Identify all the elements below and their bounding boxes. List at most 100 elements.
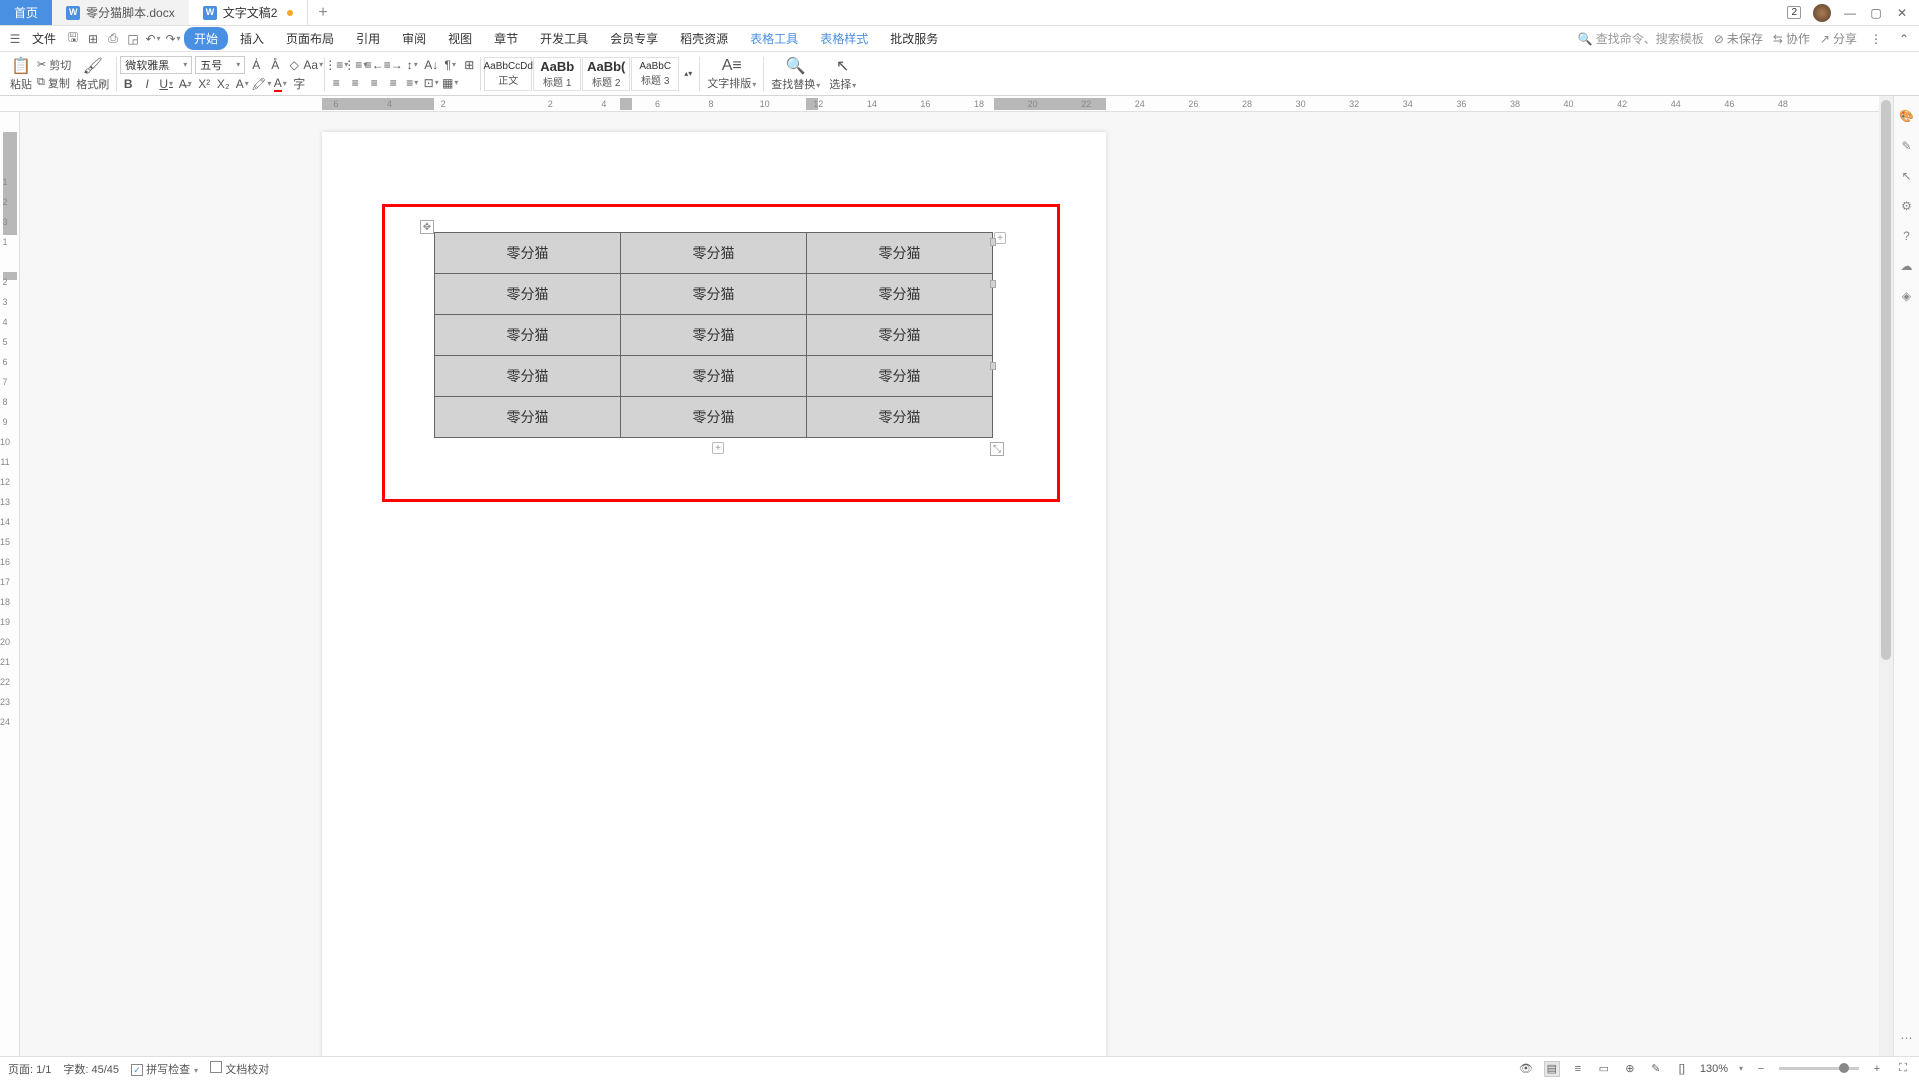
cloud-icon[interactable]: ☁ (1899, 258, 1915, 274)
zoom-slider[interactable] (1779, 1067, 1859, 1070)
menu-view[interactable]: 视图 (438, 27, 482, 50)
select-button[interactable]: ↖ 选择▾ (825, 52, 860, 95)
superscript-button[interactable]: X² (196, 76, 212, 92)
collapse-ribbon-icon[interactable]: ⌃ (1895, 30, 1913, 48)
cursor-sidebar-icon[interactable]: ↖ (1899, 168, 1915, 184)
italic-button[interactable]: I (139, 76, 155, 92)
zoom-level[interactable]: 130% (1700, 1063, 1728, 1075)
menu-section[interactable]: 章节 (484, 27, 528, 50)
unsaved-status[interactable]: ⊘ 未保存 (1714, 30, 1763, 47)
more-icon[interactable]: ⋮ (1867, 30, 1885, 48)
vertical-scrollbar[interactable] (1879, 96, 1893, 1056)
distribute-button[interactable]: ≡▾ (404, 75, 420, 91)
increase-indent-button[interactable]: ≡→ (385, 57, 401, 73)
pen-icon[interactable]: ✎ (1899, 138, 1915, 154)
zoom-out-button[interactable]: − (1753, 1061, 1769, 1077)
menu-table-tools[interactable]: 表格工具 (740, 27, 808, 50)
menu-correction[interactable]: 批改服务 (880, 27, 948, 50)
print-icon[interactable]: ⎙ (104, 30, 122, 48)
zoom-fit-icon[interactable]: [] (1674, 1061, 1690, 1077)
help-icon[interactable]: ? (1899, 228, 1915, 244)
table-button[interactable]: ⊞ (461, 57, 477, 73)
redo-icon[interactable]: ↷▾ (164, 30, 182, 48)
menu-table-styles[interactable]: 表格样式 (810, 27, 878, 50)
outline-view-icon[interactable]: ≡ (1570, 1061, 1586, 1077)
align-center-button[interactable]: ≡ (347, 75, 363, 91)
bold-button[interactable]: B (120, 76, 136, 92)
page-view-icon[interactable]: ▤ (1544, 1061, 1560, 1077)
search-input[interactable]: 🔍 查找命令、搜索模板 (1577, 30, 1703, 47)
find-replace-button[interactable]: 🔍 查找替换▾ (767, 52, 824, 95)
bullets-button[interactable]: ⋮≡▾ (328, 57, 344, 73)
edit-mode-icon[interactable]: ✎ (1648, 1061, 1664, 1077)
paste-group[interactable]: 📋 粘贴 (6, 52, 36, 95)
hamburger-icon[interactable]: ☰ (6, 30, 24, 48)
style-heading2[interactable]: AaBb(标题 2 (582, 57, 630, 91)
text-effects-button[interactable]: A▾ (234, 76, 250, 92)
align-left-button[interactable]: ≡ (328, 75, 344, 91)
align-right-button[interactable]: ≡ (366, 75, 382, 91)
line-spacing-button[interactable]: ↕▾ (404, 57, 420, 73)
style-heading3[interactable]: AaBbC标题 3 (631, 57, 679, 91)
menu-start[interactable]: 开始 (184, 27, 228, 50)
sort-button[interactable]: A↓ (423, 57, 439, 73)
eye-icon[interactable]: 👁 (1518, 1061, 1534, 1077)
phonetic-button[interactable]: 字 (291, 76, 307, 92)
subscript-button[interactable]: X₂ (215, 76, 231, 92)
more-sidebar-icon[interactable]: ⋯ (1899, 1030, 1915, 1046)
minimize-button[interactable]: — (1843, 6, 1857, 20)
share-button[interactable]: ↗ 分享 (1820, 30, 1857, 47)
format-painter-button[interactable]: 🖌 格式刷 (72, 52, 113, 95)
align-justify-button[interactable]: ≡ (385, 75, 401, 91)
decrease-indent-button[interactable]: ≡← (366, 57, 382, 73)
close-button[interactable]: ✕ (1895, 6, 1909, 20)
underline-button[interactable]: U▾ (158, 76, 174, 92)
page-status[interactable]: 页面: 1/1 (8, 1061, 51, 1077)
horizontal-ruler[interactable]: 6422468101214161820222426283032343638404… (0, 96, 1919, 112)
doc-proof-toggle[interactable]: 文档校对 (210, 1061, 269, 1077)
spell-check-toggle[interactable]: ✓ 拼写检查 ▾ (131, 1061, 198, 1077)
style-heading1[interactable]: AaBb标题 1 (533, 57, 581, 91)
menu-insert[interactable]: 插入 (230, 27, 274, 50)
zoom-knob[interactable] (1839, 1063, 1849, 1073)
numbering-button[interactable]: ⋮≡▾ (347, 57, 363, 73)
menu-review[interactable]: 审阅 (392, 27, 436, 50)
palette-icon[interactable]: 🎨 (1899, 108, 1915, 124)
text-layout-button[interactable]: A≡ 文字排版▾ (703, 52, 760, 95)
web-view-icon[interactable]: ⊕ (1622, 1061, 1638, 1077)
tab-doc1[interactable]: 零分猫脚本.docx (52, 0, 189, 25)
reading-view-icon[interactable]: ▭ (1596, 1061, 1612, 1077)
menu-member[interactable]: 会员专享 (600, 27, 668, 50)
borders-button[interactable]: ▦▾ (442, 75, 458, 91)
settings-icon[interactable]: ⚙ (1899, 198, 1915, 214)
show-marks-button[interactable]: ¶▾ (442, 57, 458, 73)
location-icon[interactable]: ◈ (1899, 288, 1915, 304)
styles-more-icon[interactable]: ▴▾ (680, 66, 696, 82)
font-color-button[interactable]: A▾ (272, 76, 288, 92)
copy-button[interactable]: ⧉ 复制 (37, 75, 71, 91)
menu-page-layout[interactable]: 页面布局 (276, 27, 344, 50)
vertical-ruler[interactable]: 1231234567891011121314151617181920212223… (0, 112, 20, 1056)
menu-references[interactable]: 引用 (346, 27, 390, 50)
shading-button[interactable]: ⊡▾ (423, 75, 439, 91)
font-name-select[interactable]: 微软雅黑▾ (120, 56, 192, 74)
clear-format-icon[interactable]: ◇ (286, 57, 302, 73)
zoom-in-button[interactable]: + (1869, 1061, 1885, 1077)
notification-badge[interactable]: 2 (1787, 6, 1801, 19)
tab-home[interactable]: 首页 (0, 0, 52, 25)
highlight-button[interactable]: 🖍▾ (253, 76, 269, 92)
font-size-select[interactable]: 五号▾ (195, 56, 245, 74)
scrollbar-thumb[interactable] (1881, 100, 1891, 660)
menu-dev-tools[interactable]: 开发工具 (530, 27, 598, 50)
collab-button[interactable]: ⇆ 协作 (1773, 30, 1810, 47)
tab-doc2[interactable]: 文字文稿2 (189, 0, 309, 25)
file-menu[interactable]: 文件 (26, 30, 62, 47)
new-from-template-icon[interactable]: ⊞ (84, 30, 102, 48)
print-preview-icon[interactable]: ◲ (124, 30, 142, 48)
save-icon[interactable]: 🖫 (64, 30, 82, 48)
decrease-font-icon[interactable]: A̎ (267, 57, 283, 73)
style-normal[interactable]: AaBbCcDd正文 (484, 57, 532, 91)
change-case-icon[interactable]: Aa▾ (305, 57, 321, 73)
avatar[interactable] (1813, 4, 1831, 22)
maximize-button[interactable]: ▢ (1869, 6, 1883, 20)
